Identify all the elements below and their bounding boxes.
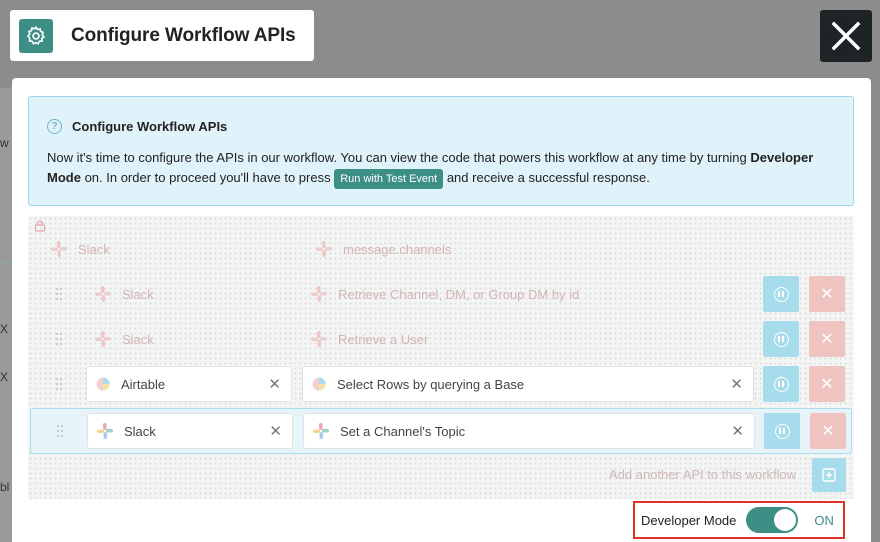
- run-with-test-event-button[interactable]: Run with Test Event: [334, 169, 444, 189]
- api-action-select[interactable]: Select Rows by querying a Base ✕: [302, 366, 754, 402]
- pause-icon: [773, 286, 789, 302]
- developer-mode-label: Developer Mode: [641, 512, 737, 528]
- api-action-select[interactable]: Set a Channel's Topic ✕: [303, 413, 755, 449]
- trigger-event: message.channels: [307, 231, 757, 267]
- modal-title-bar: Configure Workflow APIs: [10, 10, 314, 61]
- close-icon: ✕: [821, 423, 835, 440]
- slack-icon: [310, 285, 328, 303]
- workflow-api-list: Slack message.channels Slack Retrieve Ch…: [28, 216, 854, 499]
- run-step-button[interactable]: [764, 413, 800, 449]
- slack-icon: [312, 422, 330, 440]
- close-icon: ✕: [820, 376, 834, 393]
- api-action-label: Set a Channel's Topic: [340, 423, 466, 439]
- developer-mode-toggle[interactable]: [746, 507, 799, 533]
- gear-icon: [19, 18, 53, 53]
- close-button[interactable]: [820, 10, 872, 62]
- background-fragment: X: [0, 322, 9, 336]
- configure-apis-modal: ? Configure Workflow APIs Now it's time …: [12, 78, 871, 542]
- drag-handle-icon[interactable]: [55, 332, 63, 346]
- delete-step-button[interactable]: ✕: [809, 276, 845, 312]
- delete-step-button[interactable]: ✕: [810, 413, 846, 449]
- background-fragment: X: [0, 370, 9, 384]
- add-api-button[interactable]: [812, 458, 846, 492]
- slack-icon: [94, 285, 112, 303]
- background-divider: [0, 262, 12, 263]
- api-action-label: Retrieve a User: [338, 331, 429, 347]
- delete-step-button[interactable]: ✕: [809, 321, 845, 357]
- airtable-icon: [95, 376, 111, 392]
- page-title: Configure Workflow APIs: [71, 24, 296, 46]
- info-panel: ? Configure Workflow APIs Now it's time …: [28, 96, 854, 206]
- close-icon: ✕: [820, 286, 834, 303]
- info-text-part: Now it's time to configure the APIs in o…: [47, 150, 751, 165]
- close-icon: [831, 21, 861, 51]
- slack-icon: [96, 422, 114, 440]
- developer-mode-control: Developer Mode ON: [633, 501, 845, 539]
- run-step-button[interactable]: [763, 321, 799, 357]
- info-text-part: on. In order to proceed you'll have to p…: [80, 170, 335, 185]
- pause-icon: [773, 331, 789, 347]
- plus-icon: [822, 468, 836, 482]
- api-app-label: Slack: [124, 423, 156, 439]
- clear-icon[interactable]: ✕: [730, 375, 743, 393]
- drag-handle-icon[interactable]: [55, 287, 63, 301]
- pause-icon: [773, 376, 789, 392]
- api-app: Slack: [86, 321, 292, 357]
- api-app-label: Slack: [122, 331, 154, 347]
- drag-handle-icon[interactable]: [56, 424, 64, 438]
- clear-icon[interactable]: ✕: [268, 375, 281, 393]
- info-heading: Configure Workflow APIs: [72, 119, 228, 134]
- trigger-event-label: message.channels: [343, 241, 452, 257]
- api-action: Retrieve a User: [302, 321, 754, 357]
- background-fragment: w: [0, 136, 9, 150]
- background-fragment: bl: [0, 480, 10, 494]
- slack-icon: [315, 240, 333, 258]
- background-page: [0, 88, 12, 542]
- delete-step-button[interactable]: ✕: [809, 366, 845, 402]
- run-step-button[interactable]: [763, 276, 799, 312]
- api-row: Slack Retrieve Channel, DM, or Group DM …: [28, 274, 854, 314]
- slack-icon: [50, 240, 68, 258]
- slack-icon: [94, 330, 112, 348]
- api-app-label: Slack: [122, 286, 154, 302]
- slack-icon: [310, 330, 328, 348]
- api-row: Slack Retrieve a User ✕: [28, 319, 854, 359]
- airtable-icon: [311, 376, 327, 392]
- api-row: Airtable ✕ Select Rows by querying a Bas…: [28, 364, 854, 404]
- clear-icon[interactable]: ✕: [731, 422, 744, 440]
- trigger-app-label: Slack: [78, 241, 110, 257]
- api-app-label: Airtable: [121, 376, 166, 392]
- info-text-part: and receive a successful response.: [443, 170, 650, 185]
- api-action-label: Select Rows by querying a Base: [337, 376, 525, 392]
- run-step-button[interactable]: [763, 366, 799, 402]
- api-action-label: Retrieve Channel, DM, or Group DM by id: [338, 286, 580, 302]
- add-api-label[interactable]: Add another API to this workflow: [609, 467, 796, 482]
- api-app-select[interactable]: Slack ✕: [87, 413, 293, 449]
- drag-handle-icon[interactable]: [55, 377, 63, 391]
- clear-icon[interactable]: ✕: [269, 422, 282, 440]
- pause-icon: [774, 423, 790, 439]
- toggle-knob: [774, 509, 797, 531]
- close-icon: ✕: [820, 331, 834, 348]
- api-app-select[interactable]: Airtable ✕: [86, 366, 292, 402]
- trigger-app: Slack: [42, 231, 282, 267]
- help-icon: ?: [47, 119, 62, 134]
- api-action: Retrieve Channel, DM, or Group DM by id: [302, 276, 754, 312]
- info-text: Now it's time to configure the APIs in o…: [47, 148, 835, 189]
- api-row-active: Slack ✕ Set a Channel's Topic ✕ ✕: [30, 408, 852, 454]
- api-app: Slack: [86, 276, 292, 312]
- developer-mode-state: ON: [814, 512, 834, 528]
